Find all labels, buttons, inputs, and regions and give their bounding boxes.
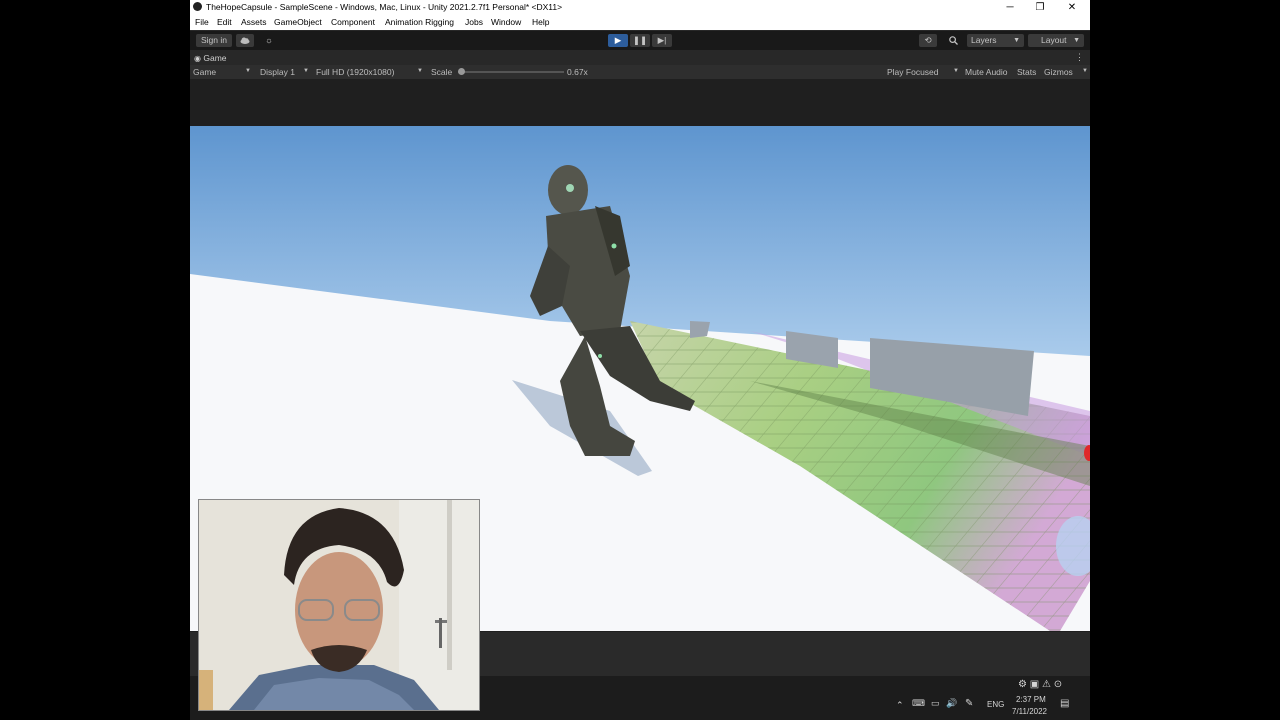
chevron-down-icon: ▼ bbox=[953, 68, 959, 74]
menu-bar: File Edit Assets GameObject Component An… bbox=[190, 15, 1090, 30]
webcam-feed bbox=[199, 500, 479, 710]
game-tab-bar: ◉ Game ⋮ bbox=[190, 51, 1090, 65]
unity-logo-icon bbox=[193, 2, 202, 11]
cloud-icon[interactable] bbox=[236, 34, 254, 47]
layout-label: Layout bbox=[1041, 35, 1067, 45]
notification-icon[interactable]: ▤ bbox=[1060, 698, 1069, 709]
layers-label: Layers bbox=[971, 35, 997, 45]
resolution-label: Full HD (1920x1080) bbox=[316, 67, 395, 77]
more-options-icon[interactable]: ⋮ bbox=[1075, 52, 1084, 63]
gamepad-icon: ◉ bbox=[194, 54, 201, 63]
stats-toggle[interactable]: Stats bbox=[1017, 67, 1036, 77]
pen-icon[interactable]: ✎ bbox=[965, 698, 973, 709]
display-icon[interactable]: ▭ bbox=[931, 698, 940, 709]
window-title: TheHopeCapsule - SampleScene - Windows, … bbox=[206, 2, 563, 12]
resolution-dropdown[interactable]: Full HD (1920x1080) ▼ bbox=[316, 67, 424, 77]
menu-assets[interactable]: Assets bbox=[241, 17, 267, 27]
system-tray-chevron-icon[interactable]: ⌃ bbox=[896, 700, 904, 711]
scale-label: Scale bbox=[431, 67, 453, 77]
restore-button[interactable]: ❐ bbox=[1025, 0, 1055, 15]
play-button[interactable]: ▶ bbox=[608, 34, 628, 47]
chevron-down-icon: ▼ bbox=[303, 68, 309, 74]
menu-help[interactable]: Help bbox=[532, 17, 549, 27]
clock-time[interactable]: 2:37 PM bbox=[1016, 695, 1046, 704]
mute-audio-toggle[interactable]: Mute Audio bbox=[965, 67, 1008, 77]
tab-game[interactable]: ◉ Game bbox=[194, 53, 227, 63]
layout-dropdown[interactable]: Layout ▼ bbox=[1028, 34, 1084, 47]
menu-gameobject[interactable]: GameObject bbox=[274, 17, 322, 27]
close-button[interactable]: ✕ bbox=[1057, 0, 1087, 15]
display-label: Display 1 bbox=[260, 67, 295, 77]
main-toolbar: Sign in ☼ ▶ ❚❚ ▶| ⟲ Layers ▼ Layout ▼ bbox=[190, 31, 1090, 50]
view-mode-label: Game bbox=[193, 67, 217, 77]
menu-animation-rigging[interactable]: Animation Rigging bbox=[385, 17, 454, 27]
menu-component[interactable]: Component bbox=[331, 17, 375, 27]
title-bar: TheHopeCapsule - SampleScene - Windows, … bbox=[190, 0, 1090, 15]
webcam-overlay bbox=[198, 499, 480, 711]
minimize-button[interactable]: ─ bbox=[995, 0, 1025, 15]
pause-button[interactable]: ❚❚ bbox=[630, 34, 650, 47]
chevron-down-icon: ▼ bbox=[417, 68, 423, 74]
history-icon[interactable]: ⟲ bbox=[919, 34, 937, 47]
menu-file[interactable]: File bbox=[195, 17, 209, 27]
chevron-down-icon: ▼ bbox=[1013, 37, 1020, 44]
network-icon[interactable]: ⌨ bbox=[912, 698, 925, 709]
play-focused-dropdown[interactable]: Play Focused ▼ bbox=[887, 67, 961, 77]
menu-jobs[interactable]: Jobs bbox=[465, 17, 483, 27]
gizmos-label: Gizmos bbox=[1044, 67, 1073, 77]
view-mode-dropdown[interactable]: Game ▼ bbox=[193, 67, 251, 77]
wall-block bbox=[690, 321, 710, 338]
gizmos-dropdown[interactable]: Gizmos ▼ bbox=[1044, 67, 1088, 77]
scale-slider-track[interactable] bbox=[458, 68, 564, 75]
volume-icon[interactable]: 🔊 bbox=[946, 698, 957, 709]
layers-dropdown[interactable]: Layers ▼ bbox=[967, 34, 1024, 47]
game-view-controls: Game ▼ Display 1 ▼ Full HD (1920x1080) ▼… bbox=[190, 65, 1090, 79]
menu-window[interactable]: Window bbox=[491, 17, 521, 27]
collab-icon[interactable]: ☼ bbox=[260, 34, 278, 47]
sign-in-button[interactable]: Sign in bbox=[196, 34, 232, 47]
scale-value: 0.67x bbox=[567, 67, 588, 77]
language-indicator[interactable]: ENG bbox=[987, 700, 1004, 709]
chevron-down-icon: ▼ bbox=[245, 68, 251, 74]
chevron-down-icon: ▼ bbox=[1082, 68, 1088, 74]
play-focused-label: Play Focused bbox=[887, 67, 939, 77]
tab-game-label: Game bbox=[203, 53, 227, 63]
clock-date[interactable]: 7/11/2022 bbox=[1012, 707, 1047, 716]
search-icon[interactable] bbox=[942, 34, 964, 47]
chevron-down-icon: ▼ bbox=[1073, 37, 1080, 44]
step-button[interactable]: ▶| bbox=[652, 34, 672, 47]
scale-slider-thumb[interactable] bbox=[458, 68, 465, 75]
display-dropdown[interactable]: Display 1 ▼ bbox=[260, 67, 310, 77]
menu-edit[interactable]: Edit bbox=[217, 17, 232, 27]
tray-icons: ⚙ ▣ ⚠ ⊙ bbox=[1018, 679, 1063, 690]
